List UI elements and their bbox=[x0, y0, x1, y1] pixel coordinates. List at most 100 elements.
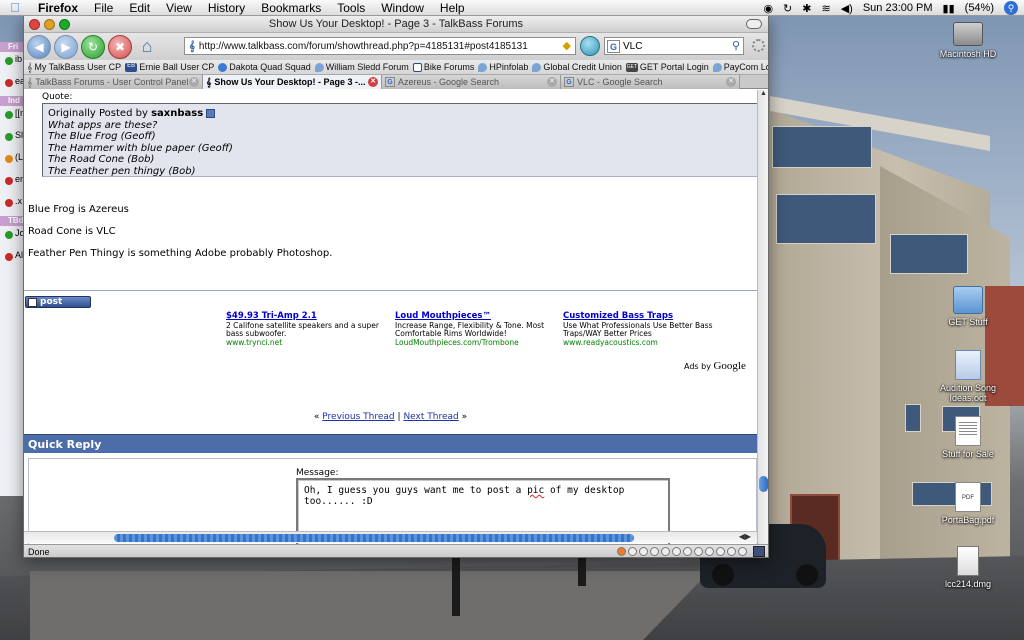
close-window-icon[interactable] bbox=[29, 19, 40, 30]
google-engine-icon[interactable]: G bbox=[607, 39, 620, 53]
tab-vlc-search[interactable]: G VLC - Google Search ✕ bbox=[561, 75, 740, 89]
bluetooth-icon[interactable]: ✱ bbox=[802, 2, 811, 15]
view-post-icon[interactable] bbox=[206, 108, 216, 118]
clock[interactable]: Sun 23:00 PM bbox=[863, 2, 933, 14]
media-play-icon[interactable] bbox=[639, 547, 648, 556]
menu-file[interactable]: File bbox=[86, 1, 121, 15]
background-row[interactable]: Jo bbox=[0, 226, 23, 248]
rss-feed-icon[interactable]: ◆ bbox=[563, 39, 571, 52]
media-repeat-icon[interactable] bbox=[705, 547, 714, 556]
ad-block[interactable]: $49.93 Tri-Amp 2.1 2 Califone satellite … bbox=[226, 312, 394, 347]
background-row[interactable]: en bbox=[0, 172, 23, 194]
addon-status-icon[interactable] bbox=[617, 547, 626, 556]
quote-author[interactable]: saxnbass bbox=[151, 108, 203, 119]
ad-url[interactable]: www.readyacoustics.com bbox=[563, 338, 731, 348]
bookmark-item[interactable]: Bike Forums bbox=[412, 62, 474, 72]
background-row[interactable]: ea bbox=[0, 74, 23, 96]
toolbar-toggle-icon[interactable] bbox=[746, 19, 762, 29]
bookmark-item[interactable]: William Sledd Forum bbox=[314, 62, 409, 72]
minimize-window-icon[interactable] bbox=[44, 19, 55, 30]
volume-icon[interactable]: ◀) bbox=[841, 2, 853, 15]
extension-status-icon[interactable] bbox=[753, 546, 765, 557]
ad-title[interactable]: Loud Mouthpieces™ bbox=[395, 312, 563, 321]
horizontal-scrollbar[interactable]: ◀▶ bbox=[24, 531, 757, 543]
search-input[interactable]: VLC bbox=[623, 41, 642, 52]
background-row[interactable]: .x bbox=[0, 194, 23, 216]
bookmark-item[interactable]: PayCom Login bbox=[712, 62, 768, 72]
menu-edit[interactable]: Edit bbox=[121, 1, 158, 15]
background-row[interactable]: Sli bbox=[0, 128, 23, 150]
media-pause-icon[interactable] bbox=[650, 547, 659, 556]
background-row[interactable]: (L) bbox=[0, 150, 23, 172]
app-menu[interactable]: Firefox bbox=[30, 1, 86, 15]
go-button[interactable] bbox=[580, 36, 600, 56]
quick-reply-header[interactable]: Quick Reply bbox=[24, 434, 757, 453]
window-titlebar[interactable]: Show Us Your Desktop! - Page 3 - TalkBas… bbox=[24, 16, 768, 33]
home-button[interactable]: ⌂ bbox=[135, 35, 159, 59]
menu-history[interactable]: History bbox=[200, 1, 253, 15]
menu-bookmarks[interactable]: Bookmarks bbox=[253, 1, 329, 15]
battery-icon[interactable]: ▮▮ bbox=[943, 2, 955, 15]
bookmark-item[interactable]: GET GET Portal Login bbox=[625, 62, 709, 72]
media-settings-icon[interactable] bbox=[738, 547, 747, 556]
close-tab-icon[interactable]: ✕ bbox=[547, 77, 557, 87]
bookmark-item[interactable]: EB Ernie Ball User CP bbox=[125, 62, 214, 72]
desktop-icon-lcc214-dmg[interactable]: lcc214.dmg bbox=[931, 546, 1005, 589]
media-shuffle-icon[interactable] bbox=[694, 547, 703, 556]
ad-title[interactable]: $49.93 Tri-Amp 2.1 bbox=[226, 312, 394, 321]
close-tab-icon[interactable]: ✕ bbox=[368, 77, 378, 87]
url-bar[interactable]: 𝄞 http://www.talkbass.com/forum/showthre… bbox=[184, 37, 576, 55]
media-volume-icon[interactable] bbox=[683, 547, 692, 556]
zoom-window-icon[interactable] bbox=[59, 19, 70, 30]
search-bar[interactable]: G VLC ⚲ bbox=[604, 37, 744, 55]
media-next-icon[interactable] bbox=[672, 547, 681, 556]
tab-user-control-panel[interactable]: 𝄞 TalkBass Forums - User Control Panel ✕ bbox=[24, 75, 203, 89]
tab-azereus-search[interactable]: G Azereus - Google Search ✕ bbox=[382, 75, 561, 89]
battery-percent[interactable]: (54%) bbox=[965, 2, 994, 14]
spotlight-icon[interactable]: ⚲ bbox=[1004, 1, 1018, 15]
ad-url[interactable]: LoudMouthpieces.com/Trombone bbox=[395, 338, 563, 348]
ad-url[interactable]: www.trynci.net bbox=[226, 338, 394, 348]
bookmark-item[interactable]: 𝄞 My TalkBass User CP bbox=[27, 62, 121, 73]
scroll-arrows-icon[interactable]: ◀▶ bbox=[739, 532, 751, 541]
background-window[interactable]: Fri ib ea Ind [[n Sli (L) en .x TBd Jo A… bbox=[0, 42, 24, 496]
desktop-icon-macintosh-hd[interactable]: Macintosh HD bbox=[931, 22, 1005, 59]
vertical-scroll-thumb[interactable] bbox=[759, 476, 768, 492]
bookmark-item[interactable]: Global Credit Union bbox=[532, 62, 622, 72]
next-thread-link[interactable]: Next Thread bbox=[403, 412, 458, 422]
tab-show-us-your-desktop[interactable]: 𝄞 Show Us Your Desktop! - Page 3 -... ✕ bbox=[203, 75, 382, 89]
menu-view[interactable]: View bbox=[158, 1, 200, 15]
scroll-up-icon[interactable]: ▲ bbox=[759, 90, 768, 99]
bookmark-item[interactable]: Dakota Quad Squad bbox=[218, 62, 311, 72]
bookmark-item[interactable]: HPinfolab bbox=[478, 62, 528, 72]
apple-menu-icon[interactable]:  bbox=[0, 0, 30, 15]
previous-thread-link[interactable]: Previous Thread bbox=[322, 412, 394, 422]
close-tab-icon[interactable]: ✕ bbox=[726, 77, 736, 87]
media-info-icon[interactable] bbox=[727, 547, 736, 556]
background-row[interactable]: ib bbox=[0, 52, 23, 74]
post-reply-button[interactable]: post reply bbox=[25, 296, 91, 318]
media-rating-icon[interactable] bbox=[716, 547, 725, 556]
ad-title[interactable]: Customized Bass Traps bbox=[563, 312, 731, 321]
desktop-icon-stuff-for-sale[interactable]: Stuff for Sale bbox=[931, 416, 1005, 459]
media-stop-icon[interactable] bbox=[661, 547, 670, 556]
ads-by-google[interactable]: Ads by Google bbox=[684, 360, 746, 372]
wifi-icon[interactable]: ≋ bbox=[821, 2, 830, 15]
desktop-icon-audition-song-ideas[interactable]: Audition Song Ideas.odt bbox=[931, 350, 1005, 403]
menu-tools[interactable]: Tools bbox=[329, 1, 373, 15]
reload-button[interactable]: ↻ bbox=[81, 34, 105, 59]
sync-icon[interactable]: ↻ bbox=[783, 2, 792, 15]
vertical-scrollbar[interactable]: ▲ bbox=[757, 90, 768, 545]
menu-window[interactable]: Window bbox=[373, 1, 432, 15]
close-tab-icon[interactable]: ✕ bbox=[189, 77, 199, 87]
back-button[interactable]: ◀ bbox=[27, 34, 51, 59]
ad-block[interactable]: Loud Mouthpieces™ Increase Range, Flexib… bbox=[395, 312, 563, 347]
horizontal-scroll-thumb[interactable] bbox=[114, 534, 634, 542]
forward-button[interactable]: ▶ bbox=[54, 34, 78, 59]
desktop-icon-portabag-pdf[interactable]: PDF PortaBag.pdf bbox=[931, 482, 1005, 525]
background-row[interactable]: [[n bbox=[0, 106, 23, 128]
alien-menu-icon[interactable]: ◉ bbox=[763, 2, 773, 15]
desktop-icon-get-stuff[interactable]: GET Stuff bbox=[931, 286, 1005, 327]
background-row[interactable]: Al bbox=[0, 248, 23, 270]
search-icon[interactable]: ⚲ bbox=[732, 39, 740, 52]
